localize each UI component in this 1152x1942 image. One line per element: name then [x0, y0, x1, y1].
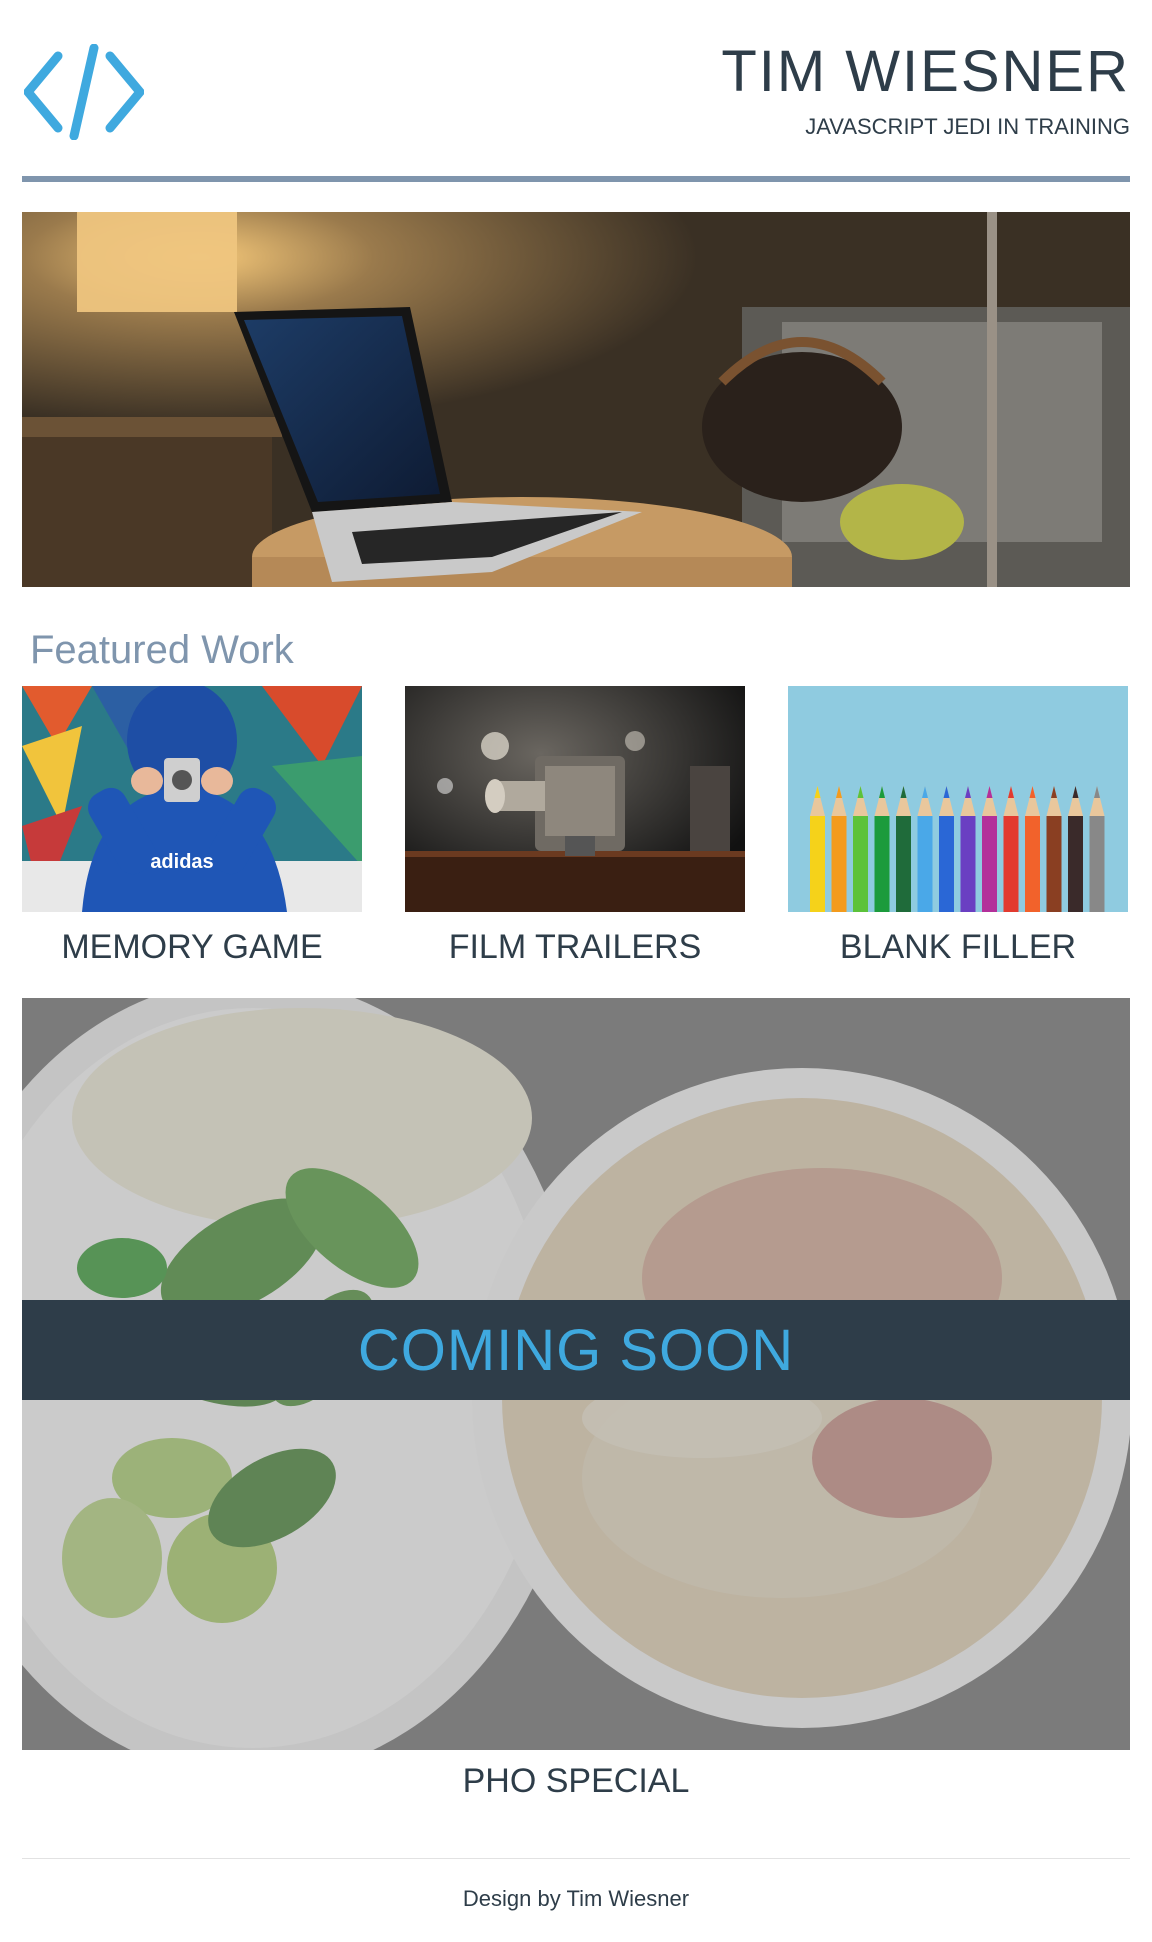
site-header: TIM WIESNER JAVASCRIPT JEDI IN TRAINING	[22, 0, 1130, 186]
memory-game-thumbnail[interactable]: adidas	[22, 686, 362, 912]
header-divider	[22, 176, 1130, 182]
coming-soon-banner: COMING SOON	[22, 1300, 1130, 1400]
featured-heading: Featured Work	[30, 628, 294, 672]
footer-credit: Design by Tim Wiesner	[462, 1886, 690, 1911]
hero-image	[22, 212, 1130, 587]
svg-text:adidas: adidas	[150, 851, 213, 873]
code-brackets-icon[interactable]	[23, 43, 145, 141]
project-card-film-trailers[interactable]: FILM TRAILERS	[405, 686, 745, 967]
blank-filler-thumbnail[interactable]	[788, 686, 1128, 912]
film-trailers-label[interactable]: FILM TRAILERS	[405, 928, 745, 967]
portfolio-page: TIM WIESNER JAVASCRIPT JEDI IN TRAINING	[0, 0, 1152, 1942]
project-card-memory-game[interactable]: adidas MEMORY GAME	[22, 686, 362, 967]
footer-divider	[22, 1858, 1130, 1859]
memory-game-label[interactable]: MEMORY GAME	[22, 928, 362, 967]
site-subtitle: JAVASCRIPT JEDI IN TRAINING	[805, 114, 1130, 139]
pho-special-label[interactable]: PHO SPECIAL	[22, 1762, 1130, 1801]
film-trailers-thumbnail[interactable]	[405, 686, 745, 912]
pho-special-image[interactable]: COMING SOON	[22, 998, 1130, 1750]
coming-soon-text: COMING SOON	[357, 1317, 795, 1383]
blank-filler-label[interactable]: BLANK FILLER	[788, 928, 1128, 967]
site-title: TIM WIESNER	[721, 39, 1130, 104]
project-card-blank-filler[interactable]: BLANK FILLER	[788, 686, 1128, 967]
